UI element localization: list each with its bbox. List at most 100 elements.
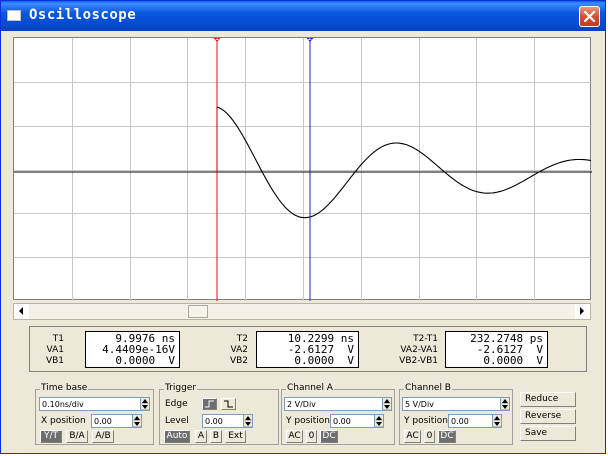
- trigger-level-spinner[interactable]: [243, 415, 252, 427]
- spin-up-icon: [502, 399, 508, 403]
- falling-edge-icon: [224, 400, 233, 408]
- spin-down-icon: [142, 405, 148, 409]
- channel-a-scale-field[interactable]: 2 V/Div: [284, 397, 392, 411]
- cursor-t2-marker[interactable]: 2: [304, 38, 316, 42]
- arrow-left-icon: [19, 307, 23, 315]
- window-title: Oscilloscope: [29, 7, 137, 23]
- arrow-right-icon: [580, 307, 584, 315]
- scroll-right-button[interactable]: [575, 304, 590, 319]
- channel-a-ypos-value: 0.00: [333, 417, 351, 426]
- spin-up-icon: [384, 399, 390, 403]
- mode-ba-button[interactable]: B/A: [66, 430, 88, 443]
- trigger-level-field[interactable]: 0.00: [202, 414, 253, 428]
- trigger-title: Trigger: [164, 383, 198, 393]
- label-t1: T1: [52, 334, 64, 344]
- mode-yt-button[interactable]: Y/T: [40, 430, 62, 443]
- edge-rising-button[interactable]: [202, 398, 217, 410]
- cursor-t1-marker[interactable]: 1: [211, 38, 223, 42]
- close-icon: [583, 10, 596, 23]
- channel-b-scale-spinner[interactable]: [500, 398, 509, 410]
- readout-t2-box: 10.2299 ns -2.6127 V 0.0000 V: [256, 331, 359, 368]
- cursor-readout: T1 VA1 VB1 9.9976 ns 4.4409e-16V 0.0000 …: [29, 326, 587, 372]
- label-va2-va1: VA2-VA1: [400, 345, 438, 355]
- trigger-level-value: 0.00: [205, 417, 223, 426]
- timebase-xpos-label: X position: [41, 416, 86, 426]
- channel-b-ypos-label: Y position: [404, 416, 449, 426]
- value-vb2: 0.0000 V: [294, 354, 354, 367]
- channel-a-scale-spinner[interactable]: [382, 398, 391, 410]
- channel-b-dc-button[interactable]: DC: [438, 430, 456, 443]
- value-vb1: 0.0000 V: [115, 354, 175, 367]
- timebase-xpos-field[interactable]: 0.00: [91, 414, 142, 428]
- label-va2: VA2: [230, 345, 248, 355]
- channel-b-zero-button[interactable]: 0: [424, 430, 435, 443]
- label-va1: VA1: [46, 345, 64, 355]
- grid: [14, 38, 592, 301]
- rising-edge-icon: [205, 400, 214, 408]
- spin-up-icon: [494, 416, 500, 420]
- value-vb2-vb1: 0.0000 V: [483, 354, 543, 367]
- channel-b-ypos-field[interactable]: 0.00: [448, 414, 502, 428]
- channel-a-ypos-spinner[interactable]: [374, 415, 383, 427]
- channel-a-ypos-label: Y position: [286, 416, 331, 426]
- trigger-a-button[interactable]: A: [195, 430, 207, 443]
- spin-up-icon: [245, 416, 251, 420]
- channel-b-scale-field[interactable]: 5 V/Div: [402, 397, 510, 411]
- channel-a-zero-button[interactable]: 0: [306, 430, 317, 443]
- cursor-t1-label: 1: [215, 38, 219, 42]
- close-button[interactable]: [579, 6, 600, 27]
- spin-down-icon: [384, 405, 390, 409]
- spin-down-icon: [502, 405, 508, 409]
- trigger-ext-button[interactable]: Ext: [225, 430, 246, 443]
- timebase-xpos-value: 0.00: [94, 417, 112, 426]
- save-button[interactable]: Save: [520, 426, 576, 441]
- timebase-scale-field[interactable]: 0.10ns/div: [39, 397, 150, 411]
- readout-t1-box: 9.9976 ns 4.4409e-16V 0.0000 V: [85, 331, 180, 368]
- scroll-left-button[interactable]: [14, 304, 29, 319]
- channel-b-group: Channel B 5 V/Div Y position 0.00 AC 0 D…: [399, 383, 513, 445]
- oscilloscope-window: Oscilloscope 1 2 T1 VA1 VB1 9.9976 ns 4.…: [0, 0, 606, 454]
- cursor-t2-label: 2: [308, 38, 312, 42]
- spin-up-icon: [142, 399, 148, 403]
- timebase-group: Time base 0.10ns/div X position 0.00 Y/T…: [35, 383, 154, 445]
- channel-b-ypos-spinner[interactable]: [492, 415, 501, 427]
- trigger-level-label: Level: [165, 416, 189, 426]
- spin-up-icon: [134, 416, 140, 420]
- label-t2: T2: [236, 334, 248, 344]
- spin-down-icon: [134, 422, 140, 426]
- label-vb2-vb1: VB2-VB1: [399, 356, 438, 366]
- channel-a-group: Channel A 2 V/Div Y position 0.00 AC 0 D…: [281, 383, 395, 445]
- reverse-button[interactable]: Reverse: [520, 409, 576, 424]
- trigger-group: Trigger Edge Level 0.00 Auto A B Ext: [159, 383, 279, 445]
- channel-b-ypos-value: 0.00: [451, 417, 469, 426]
- timebase-xpos-spinner[interactable]: [132, 415, 141, 427]
- spin-down-icon: [376, 422, 382, 426]
- label-vb2: VB2: [229, 356, 248, 366]
- client-area: 1 2 T1 VA1 VB1 9.9976 ns 4.4409e-16V 0.0…: [4, 31, 602, 451]
- channel-b-ac-button[interactable]: AC: [404, 430, 421, 443]
- channel-a-trace: [14, 106, 592, 219]
- scope-screen[interactable]: 1 2: [13, 37, 592, 301]
- window-icon: [7, 10, 21, 21]
- timebase-scale-value: 0.10ns/div: [42, 400, 84, 409]
- trigger-edge-label: Edge: [165, 399, 188, 409]
- scope-display: 1 2: [14, 38, 592, 301]
- channel-a-ypos-field[interactable]: 0.00: [330, 414, 384, 428]
- title-bar[interactable]: Oscilloscope: [1, 1, 605, 31]
- channel-a-dc-button[interactable]: DC: [320, 430, 338, 443]
- channel-a-ac-button[interactable]: AC: [286, 430, 303, 443]
- channel-b-title: Channel B: [404, 383, 452, 393]
- label-t2-t1: T2-T1: [413, 334, 438, 344]
- timebase-scale-spinner[interactable]: [140, 398, 149, 410]
- time-scrollbar[interactable]: [13, 303, 591, 320]
- scroll-thumb[interactable]: [188, 305, 208, 318]
- channel-b-scale-value: 5 V/Div: [405, 400, 434, 409]
- trigger-b-button[interactable]: B: [210, 430, 222, 443]
- mode-ab-button[interactable]: A/B: [92, 430, 114, 443]
- trigger-auto-button[interactable]: Auto: [164, 430, 190, 443]
- channel-a-title: Channel A: [286, 383, 334, 393]
- timebase-title: Time base: [40, 383, 89, 393]
- reduce-button[interactable]: Reduce: [520, 392, 576, 407]
- edge-falling-button[interactable]: [221, 398, 236, 410]
- spin-up-icon: [376, 416, 382, 420]
